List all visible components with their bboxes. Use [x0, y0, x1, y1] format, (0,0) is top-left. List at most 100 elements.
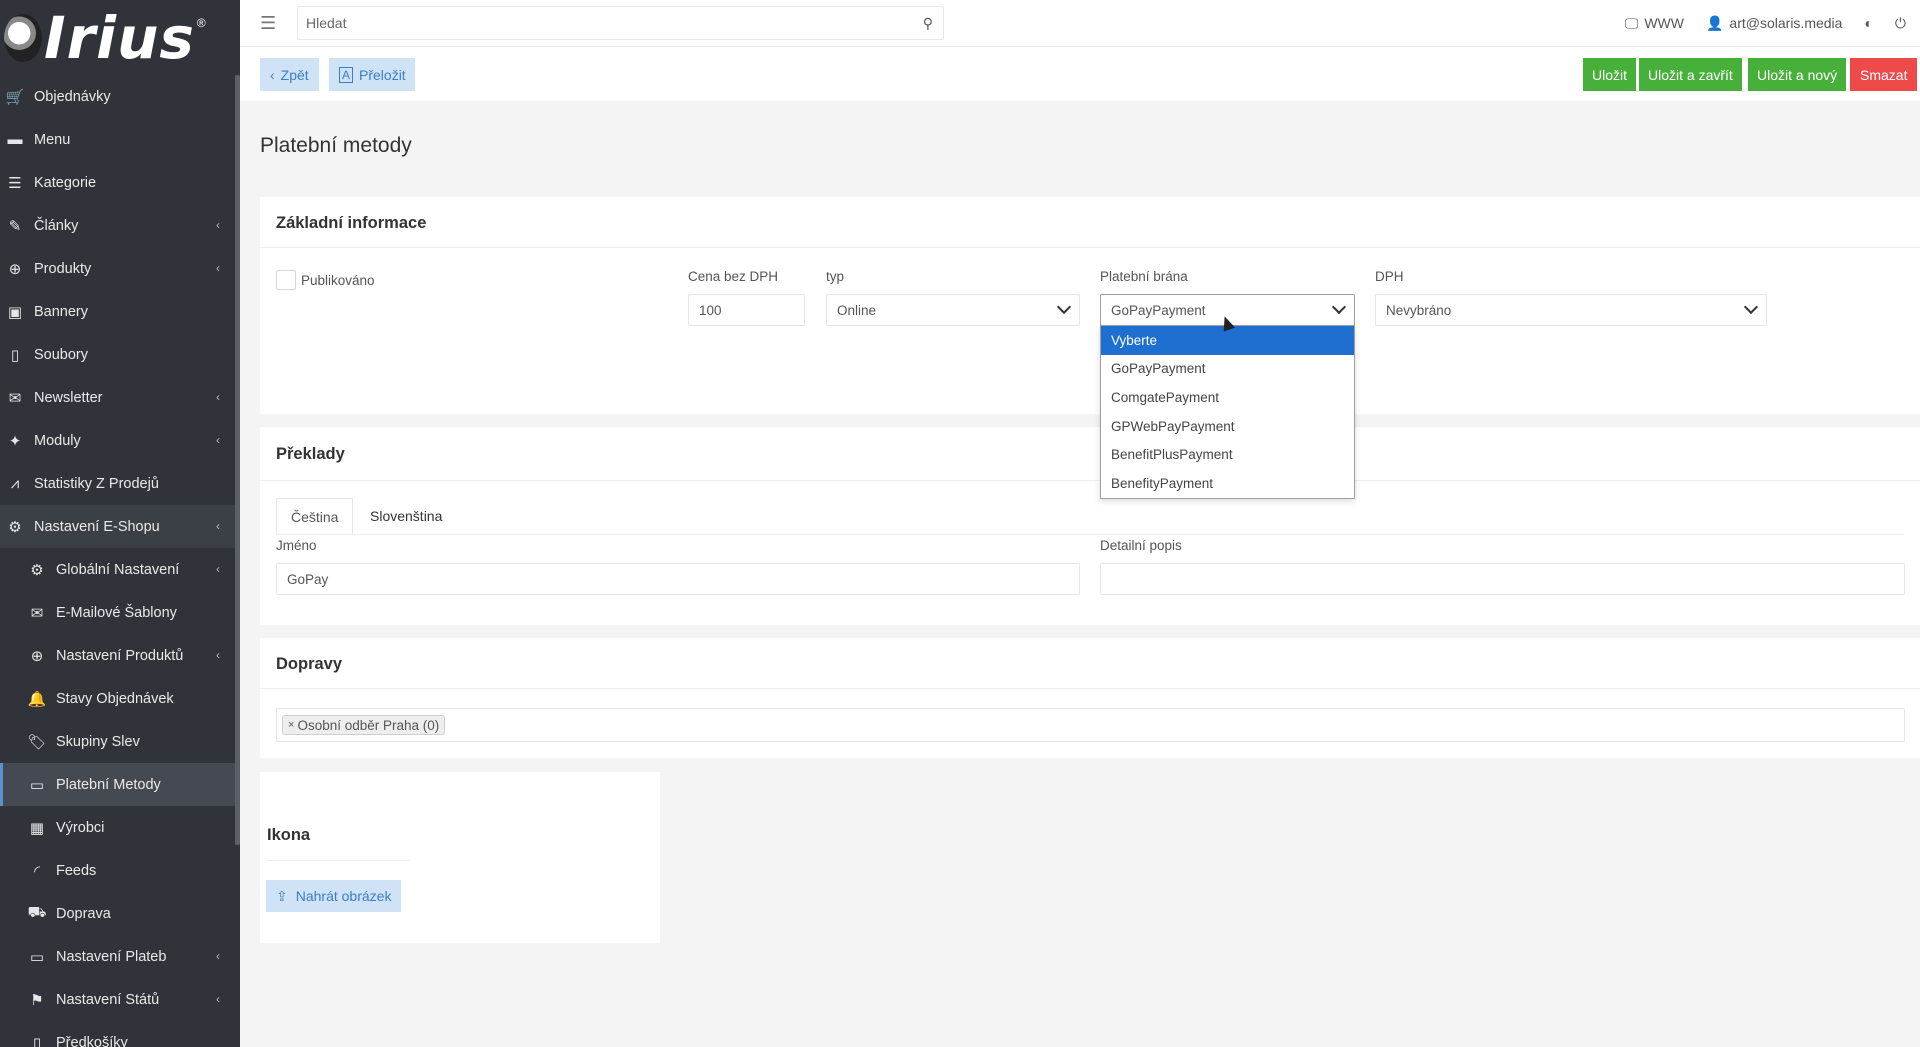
sidebar-subitem-label: Platební Metody — [56, 776, 161, 793]
sidebar-subitem-8[interactable]: ⛟ Doprava — [0, 892, 240, 935]
sidebar-subitem-label: Stavy Objednávek — [56, 690, 174, 707]
www-link[interactable]: 🖵 WWW — [1625, 15, 1684, 32]
basic-info-card: Základní informace Publikováno Cena bez … — [260, 197, 1920, 414]
vat-value: Nevybráno — [1386, 302, 1452, 318]
description-input[interactable] — [1100, 563, 1905, 595]
logo-registered-mark: ® — [196, 15, 206, 30]
action-bar: ‹ Zpět A Přeložit Uložit Uložit a zavřít… — [240, 47, 1920, 101]
power-icon[interactable]: ⏻ — [1895, 15, 1906, 32]
sidebar-subitem-label: Doprava — [56, 905, 111, 922]
chevron-left-icon: ‹ — [216, 390, 220, 404]
tag-remove-icon[interactable]: × — [288, 719, 294, 731]
sidebar-item-3[interactable]: ✎ Články ‹ — [0, 204, 240, 247]
tab-slovenstina[interactable]: Slovenština — [356, 498, 456, 534]
search-input[interactable]: Hledat ⚲ — [297, 6, 944, 40]
sidebar-item-4[interactable]: ⊕ Produkty ‹ — [0, 247, 240, 290]
logo-text: Irius — [44, 3, 195, 72]
translate-button[interactable]: A Přeložit — [329, 58, 415, 91]
sidebar-subitem-10[interactable]: ⚑ Nastavení Států ‹ — [0, 978, 240, 1021]
sidebar-subitem-11[interactable]: ▯ Předkošíky — [0, 1021, 240, 1047]
sidebar-item-label: Články — [34, 217, 79, 234]
page-title: Platební metody — [260, 134, 412, 157]
delete-button[interactable]: Smazat — [1850, 58, 1918, 91]
sidebar-subitem-6[interactable]: ▦ Výrobci — [0, 806, 240, 849]
www-label: WWW — [1644, 15, 1684, 31]
sidebar-item-label: Objednávky — [34, 88, 111, 105]
sidebar-item-label: Soubory — [34, 346, 89, 363]
sidebar-subitem-9[interactable]: ▭ Nastavení Plateb ‹ — [0, 935, 240, 978]
back-button[interactable]: ‹ Zpět — [260, 58, 319, 91]
save-close-button[interactable]: Uložit a zavřít — [1639, 58, 1742, 91]
sidebar-item-1[interactable]: ▬ Menu — [0, 118, 240, 161]
sidebar-item-7[interactable]: ✉ Newsletter ‹ — [0, 376, 240, 419]
upload-image-button[interactable]: ⇪ Nahrát obrázek — [266, 880, 402, 912]
tab-cestina[interactable]: Čeština — [276, 498, 354, 534]
sidebar-subitem-label: Feeds — [56, 862, 97, 879]
language-flag-icon[interactable]: ◐ — [1864, 15, 1872, 31]
sidebar-item-10[interactable]: ⚙ Nastavení E-Shopu ‹ — [0, 505, 240, 548]
sidebar-item-8[interactable]: ✦ Moduly ‹ — [0, 419, 240, 462]
sidebar-subitem-4[interactable]: 🏷 Skupiny Slev — [0, 720, 240, 763]
dropdown-option[interactable]: ComgatePayment — [1101, 383, 1354, 412]
search-icon[interactable]: ⚲ — [923, 15, 933, 32]
cart-icon: 🛒 — [5, 88, 25, 106]
translations-title: Překlady — [276, 445, 345, 463]
published-checkbox[interactable] — [276, 270, 296, 290]
save-new-label: Uložit a nový — [1757, 66, 1838, 83]
type-select[interactable]: Online — [826, 294, 1080, 326]
shipping-title: Dopravy — [276, 655, 343, 673]
search-placeholder: Hledat — [306, 15, 347, 31]
sidebar-scrollbar[interactable] — [235, 75, 240, 845]
tag-icon: 🏷 — [27, 733, 47, 751]
sidebar-subitem-2[interactable]: ⊕ Nastavení Produktů ‹ — [0, 634, 240, 677]
shipping-tag-label: Osobní odběr Praha (0) — [297, 717, 440, 733]
sidebar-subitem-1[interactable]: ✉ E-Mailové Šablony — [0, 591, 240, 634]
user-menu[interactable]: 👤 art@solaris.media — [1706, 15, 1842, 32]
sidebar-item-0[interactable]: 🛒 Objednávky — [0, 75, 240, 118]
sidebar-item-6[interactable]: ▯ Soubory — [0, 333, 240, 376]
save-new-button[interactable]: Uložit a nový — [1748, 58, 1847, 91]
chevron-down-icon — [1056, 299, 1072, 315]
sidebar-subitem-0[interactable]: ⚙ Globální Nastavení ‹ — [0, 548, 240, 591]
chevron-left-icon: ‹ — [216, 992, 220, 1006]
icon-card: Ikona ⇪ Nahrát obrázek — [260, 772, 660, 943]
vat-select[interactable]: Nevybráno — [1375, 294, 1767, 326]
file-icon: ▯ — [10, 346, 20, 364]
back-label: Zpět — [280, 66, 309, 83]
sidebar-subitem-7[interactable]: ◜ Feeds — [0, 849, 240, 892]
dropdown-option[interactable]: BenefityPayment — [1101, 469, 1354, 498]
flag-icon: ⚑ — [30, 991, 44, 1009]
chevron-left-icon: ‹ — [216, 519, 220, 533]
sidebar-subitem-label: E-Mailové Šablony — [56, 604, 177, 621]
sidebar-item-9[interactable]: ⩘ Statistiky Z Prodejů — [0, 462, 240, 505]
shipping-tag: × Osobní odběr Praha (0) — [282, 715, 446, 735]
dropdown-option[interactable]: BenefitPlusPayment — [1101, 440, 1354, 469]
name-label: Jméno — [276, 538, 317, 553]
tab-divider — [276, 534, 1904, 535]
logo[interactable]: Irius ® — [0, 0, 240, 75]
chevron-left-icon: ‹ — [216, 261, 220, 275]
shipping-multiselect[interactable] — [276, 708, 1905, 742]
sidebar: Irius ® 🛒 Objednávky ▬ Menu ☰ Kategorie ✎ Článk… — [0, 0, 240, 1047]
chevron-left-icon: ‹ — [216, 433, 220, 447]
gear-icon: ⚙ — [30, 561, 44, 579]
hamburger-menu-icon[interactable]: ☰ — [260, 13, 276, 34]
sidebar-item-label: Statistiky Z Prodejů — [34, 475, 159, 492]
sidebar-item-2[interactable]: ☰ Kategorie — [0, 161, 240, 204]
topbar: ☰ Hledat ⚲ 🖵 WWW 👤 art@solaris.media ◐ ⏻ — [240, 0, 1920, 47]
user-icon: 👤 — [1705, 14, 1724, 31]
sidebar-item-5[interactable]: ▣ Bannery — [0, 290, 240, 333]
name-input[interactable]: GoPay — [276, 563, 1080, 595]
sidebar-subitem-label: Globální Nastavení — [56, 561, 180, 578]
sidebar-subitem-5[interactable]: ▭ Platební Metody — [0, 763, 240, 806]
dropdown-option[interactable]: GPWebPayPayment — [1101, 412, 1354, 441]
mail-icon: ✉ — [8, 389, 22, 407]
dropdown-option[interactable]: Vyberte — [1101, 326, 1354, 355]
dropdown-option[interactable]: GoPayPayment — [1101, 355, 1354, 384]
save-button[interactable]: Uložit — [1583, 58, 1637, 91]
cogs-icon: ⚙ — [8, 518, 22, 536]
sidebar-subitem-3[interactable]: 🔔 Stavy Objednávek — [0, 677, 240, 720]
sidebar-subitem-label: Nastavení Plateb — [56, 948, 167, 965]
sidebar-item-label: Produkty — [34, 260, 92, 277]
price-input[interactable]: 100 — [688, 294, 805, 326]
